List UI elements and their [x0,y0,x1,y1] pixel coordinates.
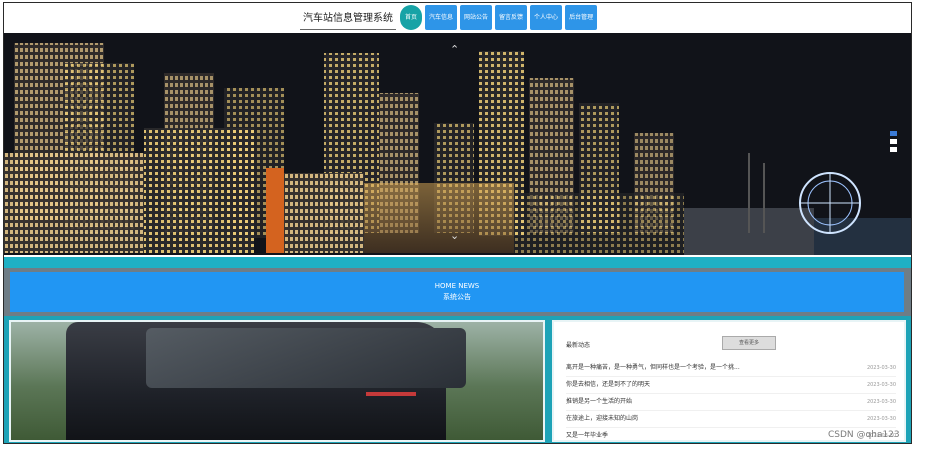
news-panel-title: 最新动态 [566,342,591,349]
more-button[interactable]: 查看更多 [722,336,776,350]
nav-menu: 首页 汽车信息 网站公告 留言反馈 个人中心 后台管理 [400,5,598,30]
carousel-dot-2[interactable] [890,139,897,144]
divider-bar [4,257,911,268]
carousel-dot-3[interactable] [890,147,897,152]
nav-home[interactable]: 首页 [400,5,422,30]
chevron-up-icon[interactable]: ⌃ [450,43,459,56]
news-item-title[interactable]: 推销是另一个生活的开始 [566,394,632,410]
watermark: CSDN @qha123 [828,430,900,440]
news-item-date: 2023-03-30 [866,399,896,405]
carousel-dot-1[interactable] [890,131,897,136]
banner-carousel[interactable]: ⌃ ⌄ [4,33,911,255]
news-item-title[interactable]: 又是一年毕业季 [566,428,608,443]
news-header-band: HOME NEWS 系统公告 [4,268,911,316]
news-item-date: 2023-03-30 [866,382,896,388]
news-item-date: 2023-03-30 [866,416,896,422]
page-frame: 汽车站信息管理系统 首页 汽车信息 网站公告 留言反馈 个人中心 后台管理 ⌃ … [3,2,912,444]
city-night-image [4,33,911,255]
news-item[interactable]: 在旅途上，迎接未知的山岗 2023-03-30 [566,411,896,428]
carousel-indicators [890,131,897,152]
bus-image [9,320,545,442]
news-panel: 最新动态 查看更多 离开是一种痛苦，是一种勇气，但同样也是一个考验，是一个挑..… [552,320,906,442]
news-item-date: 2023-03-30 [866,365,896,371]
bus-light [366,392,416,396]
top-navigation: 汽车站信息管理系统 首页 汽车信息 网站公告 留言反馈 个人中心 后台管理 [4,3,911,33]
news-item-title[interactable]: 在旅途上，迎接未知的山岗 [566,411,638,427]
chevron-down-icon[interactable]: ⌄ [450,229,459,242]
nav-feedback[interactable]: 留言反馈 [495,5,528,30]
nav-car-info[interactable]: 汽车信息 [425,5,458,30]
nav-admin[interactable]: 后台管理 [565,5,598,30]
news-item[interactable]: 推销是另一个生活的开始 2023-03-30 [566,394,896,411]
news-title-en: HOME NEWS [434,282,480,290]
nav-announcements[interactable]: 网站公告 [460,5,493,30]
news-title-cn: 系统公告 [443,293,471,301]
news-header: HOME NEWS 系统公告 [10,272,904,312]
bus-window [146,328,466,388]
news-item-title[interactable]: 离开是一种痛苦，是一种勇气，但同样也是一个考验，是一个挑... [566,360,740,376]
news-item[interactable]: 你是去相信，还是到不了的明天 2023-03-30 [566,377,896,394]
nav-personal-center[interactable]: 个人中心 [530,5,563,30]
news-section: 最新动态 查看更多 离开是一种痛苦，是一种勇气，但同样也是一个考验，是一个挑..… [4,316,911,443]
news-item[interactable]: 离开是一种痛苦，是一种勇气，但同样也是一个考验，是一个挑... 2023-03-… [566,360,896,377]
news-item-title[interactable]: 你是去相信，还是到不了的明天 [566,377,650,393]
site-title: 汽车站信息管理系统 [300,8,396,30]
bus-body [66,322,466,440]
